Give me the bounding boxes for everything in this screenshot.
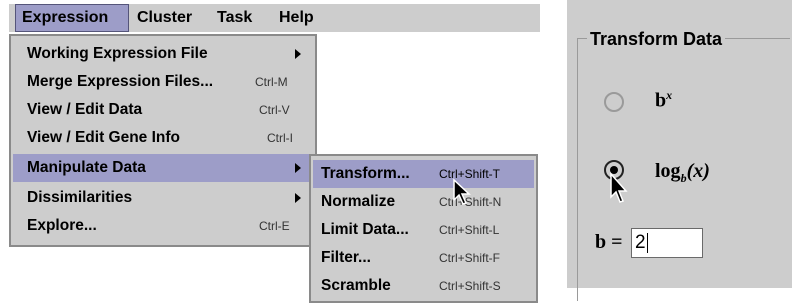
menu-item-label: Manipulate Data <box>27 159 146 176</box>
power-base: b <box>655 89 667 112</box>
option-power-label: bx <box>655 88 672 113</box>
menu-item-label: Normalize <box>321 193 396 210</box>
transform-data-panel: Transform Data bx logb(x) b = 2 <box>567 0 792 301</box>
menu-shortcut: Ctrl+Shift-L <box>439 223 500 237</box>
submenu-arrow-icon <box>295 49 301 59</box>
mouse-pointer-icon <box>610 172 628 203</box>
menu-expression[interactable]: Expression <box>15 4 129 32</box>
b-value-input[interactable]: 2 <box>631 228 703 258</box>
expression-menu: Working Expression File Merge Expression… <box>9 34 317 247</box>
menu-item-normalize[interactable]: Normalize Ctrl+Shift-N <box>313 188 534 216</box>
menu-shortcut: Ctrl-I <box>267 131 293 145</box>
menu-task[interactable]: Task <box>217 4 252 32</box>
menu-item-label: Dissimilarities <box>27 189 133 206</box>
menu-shortcut: Ctrl-M <box>255 75 288 89</box>
log-argument: (x) <box>686 160 710 182</box>
menu-cluster[interactable]: Cluster <box>137 4 192 32</box>
mouse-pointer-icon <box>453 178 471 205</box>
menu-shortcut: Ctrl+Shift-F <box>439 251 501 265</box>
menu-item-label: Working Expression File <box>27 45 208 62</box>
menu-item-label: Explore... <box>27 217 97 234</box>
menu-item-explore[interactable]: Explore... Ctrl-E <box>13 212 313 240</box>
group-box-title: Transform Data <box>587 28 726 50</box>
menu-item-label: Transform... <box>321 165 410 182</box>
submenu-arrow-icon <box>295 193 301 203</box>
menu-item-label: View / Edit Gene Info <box>27 129 181 146</box>
option-log-label: logb(x) <box>655 160 710 186</box>
menu-item-view-edit-gene-info[interactable]: View / Edit Gene Info Ctrl-I <box>13 124 313 152</box>
menu-help[interactable]: Help <box>279 4 314 32</box>
menu-item-scramble[interactable]: Scramble Ctrl+Shift-S <box>313 272 534 300</box>
radio-power[interactable] <box>604 92 624 112</box>
menu-shortcut: Ctrl-V <box>259 103 290 117</box>
menu-item-label: Limit Data... <box>321 221 409 238</box>
menu-item-label: Scramble <box>321 277 391 294</box>
menu-item-filter[interactable]: Filter... Ctrl+Shift-F <box>313 244 534 272</box>
log-function: log <box>655 160 681 182</box>
menubar: Expression Cluster Task Help <box>9 4 540 32</box>
menu-item-view-edit-data[interactable]: View / Edit Data Ctrl-V <box>13 96 313 124</box>
b-field-label: b = <box>595 231 623 253</box>
menu-shortcut: Ctrl-E <box>259 219 290 233</box>
manipulate-data-submenu: Transform... Ctrl+Shift-T Normalize Ctrl… <box>309 154 538 303</box>
power-exponent: x <box>666 88 673 102</box>
menu-item-label: Merge Expression Files... <box>27 73 214 90</box>
menu-item-label: View / Edit Data <box>27 101 143 118</box>
menu-item-limit-data[interactable]: Limit Data... Ctrl+Shift-L <box>313 216 534 244</box>
submenu-arrow-icon <box>295 163 301 173</box>
menu-item-label: Filter... <box>321 249 371 266</box>
menu-item-working-expression-file[interactable]: Working Expression File <box>13 40 313 68</box>
menu-item-transform[interactable]: Transform... Ctrl+Shift-T <box>313 160 534 188</box>
menu-item-dissimilarities[interactable]: Dissimilarities <box>13 184 313 212</box>
menu-item-merge-expression-files[interactable]: Merge Expression Files... Ctrl-M <box>13 68 313 96</box>
menu-shortcut: Ctrl+Shift-S <box>439 279 501 293</box>
menu-item-manipulate-data[interactable]: Manipulate Data <box>13 154 313 182</box>
